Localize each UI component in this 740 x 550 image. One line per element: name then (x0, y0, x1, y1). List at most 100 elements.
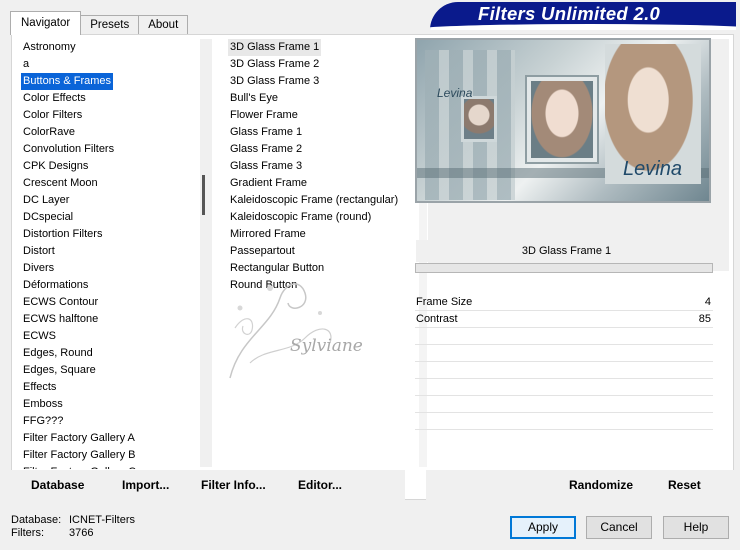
tab-presets[interactable]: Presets (80, 15, 140, 35)
filter-item[interactable]: Glass Frame 1 (228, 124, 418, 141)
progress-bar (415, 263, 713, 273)
cancel-button[interactable]: Cancel (586, 516, 652, 539)
parameter-table: Frame Size 4 Contrast 85 (415, 294, 713, 430)
parameter-row[interactable]: Frame Size 4 (415, 294, 713, 311)
tab-navigator[interactable]: Navigator (10, 11, 82, 35)
filter-item[interactable]: Flower Frame (228, 107, 418, 124)
category-item[interactable]: ECWS halftone (21, 311, 207, 328)
category-row: Edges, Square (21, 362, 207, 379)
category-item[interactable]: ECWS Contour (21, 294, 207, 311)
filter-row: Passepartout (228, 243, 418, 260)
apply-button[interactable]: Apply (510, 516, 576, 539)
preview-image[interactable]: Levina Levina (415, 38, 711, 203)
category-row: Filter Factory Gallery C (21, 464, 207, 469)
category-scrollbar[interactable] (200, 39, 212, 467)
filter-list[interactable]: 3D Glass Frame 1 3D Glass Frame 2 3D Glass… (228, 39, 418, 469)
category-row: Distortion Filters (21, 226, 207, 243)
tab-about[interactable]: About (138, 15, 189, 35)
filter-item[interactable]: Passepartout (228, 243, 418, 260)
category-item[interactable]: Color Effects (21, 90, 207, 107)
category-item[interactable]: Distort (21, 243, 207, 260)
category-item[interactable]: FFG??? (21, 413, 207, 430)
filter-row: Mirrored Frame (228, 226, 418, 243)
category-item[interactable]: Filter Factory Gallery A (21, 430, 207, 447)
filter-row: Glass Frame 1 (228, 124, 418, 141)
filters-count: 3766 (69, 527, 94, 539)
category-item[interactable]: Color Filters (21, 107, 207, 124)
parameter-row[interactable] (415, 379, 713, 396)
filter-item[interactable]: Mirrored Frame (228, 226, 418, 243)
category-item[interactable]: Crescent Moon (21, 175, 207, 192)
category-row: Filter Factory Gallery B (21, 447, 207, 464)
filter-item[interactable]: Kaleidoscopic Frame (round) (228, 209, 418, 226)
parameter-row[interactable] (415, 345, 713, 362)
filter-item[interactable]: Bull's Eye (228, 90, 418, 107)
category-item[interactable]: a (21, 56, 207, 73)
category-item[interactable]: Convolution Filters (21, 141, 207, 158)
category-row: Filter Factory Gallery A (21, 430, 207, 447)
category-item[interactable]: Emboss (21, 396, 207, 413)
category-row: Distort (21, 243, 207, 260)
filter-item[interactable]: Glass Frame 3 (228, 158, 418, 175)
category-row: Effects (21, 379, 207, 396)
category-row: ECWS halftone (21, 311, 207, 328)
filter-row: Bull's Eye (228, 90, 418, 107)
category-item[interactable]: CPK Designs (21, 158, 207, 175)
parameter-value: 85 (698, 313, 711, 325)
category-row: CPK Designs (21, 158, 207, 175)
watermark-text: Sylviane (290, 336, 363, 356)
scrollbar-thumb[interactable] (202, 175, 205, 215)
category-row: DC Layer (21, 192, 207, 209)
filter-row: 3D Glass Frame 3 (228, 73, 418, 90)
filter-item[interactable]: Glass Frame 2 (228, 141, 418, 158)
filters-label: Filters: (11, 527, 44, 539)
parameter-row[interactable]: Contrast 85 (415, 311, 713, 328)
category-item[interactable]: Effects (21, 379, 207, 396)
filter-item[interactable]: Gradient Frame (228, 175, 418, 192)
category-item[interactable]: Edges, Round (21, 345, 207, 362)
bottom-toolbar: Database Import... Filter Info... Editor… (11, 470, 734, 500)
tab-strip: Navigator Presets About (10, 11, 189, 35)
category-row: Emboss (21, 396, 207, 413)
filter-item[interactable]: 3D Glass Frame 2 (228, 56, 418, 73)
title-banner: Filters Unlimited 2.0 (430, 2, 736, 30)
randomize-button[interactable]: Randomize (569, 478, 633, 492)
category-item[interactable]: Buttons & Frames (21, 73, 114, 90)
database-label: Database: (11, 514, 62, 526)
import-button[interactable]: Import... (122, 478, 169, 492)
category-item[interactable]: Filter Factory Gallery B (21, 447, 207, 464)
filter-row: Glass Frame 2 (228, 141, 418, 158)
category-item[interactable]: Filter Factory Gallery C (21, 464, 207, 469)
category-item[interactable]: Astronomy (21, 39, 207, 56)
database-button[interactable]: Database (31, 478, 84, 492)
parameter-row[interactable] (415, 362, 713, 379)
preview-image-text-large: Levina (623, 158, 682, 180)
filter-info-button[interactable]: Filter Info... (201, 478, 266, 492)
category-item[interactable]: DCspecial (21, 209, 207, 226)
parameter-row[interactable] (415, 328, 713, 345)
parameter-row[interactable] (415, 396, 713, 413)
category-item[interactable]: ECWS (21, 328, 207, 345)
category-item[interactable]: Divers (21, 260, 207, 277)
category-item[interactable]: Edges, Square (21, 362, 207, 379)
filter-item[interactable]: 3D Glass Frame 3 (228, 73, 418, 90)
filter-row: 3D Glass Frame 2 (228, 56, 418, 73)
editor-button[interactable]: Editor... (298, 478, 342, 492)
toolbar-left: Database Import... Filter Info... Editor… (11, 470, 405, 500)
category-row: Buttons & Frames (21, 73, 207, 90)
category-row: Color Effects (21, 90, 207, 107)
category-item[interactable]: Déformations (21, 277, 207, 294)
category-item[interactable]: ColorRave (21, 124, 207, 141)
category-list[interactable]: Astronomy a Buttons & Frames Color Effects C… (21, 39, 207, 469)
help-button[interactable]: Help (663, 516, 729, 539)
reset-button[interactable]: Reset (668, 478, 701, 492)
preview-image-text-small: Levina (437, 86, 473, 100)
parameter-row[interactable] (415, 413, 713, 430)
filter-item[interactable]: Kaleidoscopic Frame (rectangular) (228, 192, 418, 209)
current-filter-name: 3D Glass Frame 1 (416, 240, 717, 262)
category-item[interactable]: DC Layer (21, 192, 207, 209)
watermark-flourish-icon (229, 283, 332, 379)
parameter-name: Contrast (416, 313, 458, 325)
category-item[interactable]: Distortion Filters (21, 226, 207, 243)
filter-item[interactable]: 3D Glass Frame 1 (228, 39, 322, 56)
